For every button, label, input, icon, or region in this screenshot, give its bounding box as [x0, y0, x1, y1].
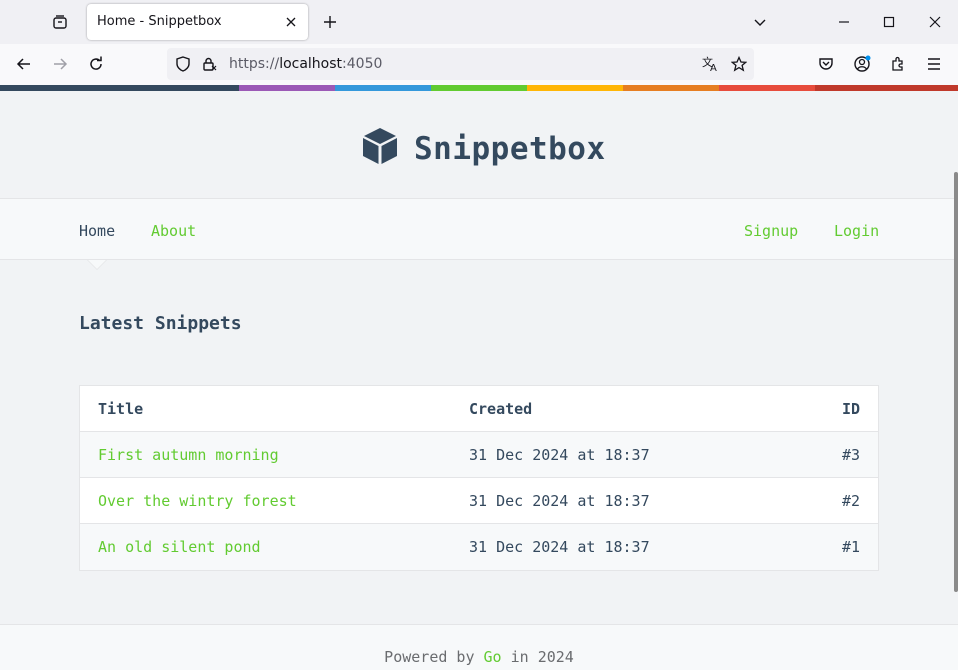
snippet-created: 31 Dec 2024 at 18:37 [469, 492, 650, 510]
url-host: localhost [279, 56, 343, 72]
pocket-icon[interactable] [812, 50, 840, 78]
snippet-created: 31 Dec 2024 at 18:37 [469, 446, 650, 464]
svg-text:A: A [710, 63, 717, 72]
shield-icon[interactable] [173, 54, 193, 74]
browser-tab-bar: Home - Snippetbox [0, 0, 958, 44]
footer-prefix: Powered by [384, 648, 484, 666]
snippet-link[interactable]: Over the wintry forest [98, 492, 297, 510]
menu-hamburger-icon[interactable] [920, 50, 948, 78]
nav-signup-link[interactable]: Signup [744, 222, 798, 240]
back-arrow-icon[interactable] [10, 50, 38, 78]
nav-active-caret [88, 260, 106, 269]
site-footer: Powered by Go in 2024 [0, 624, 958, 670]
address-bar[interactable]: https://localhost:4050 文A [167, 48, 754, 80]
snippet-title-cell: First autumn morning [98, 446, 279, 464]
cube-icon [362, 127, 398, 170]
snippet-title-cell: An old silent pond [98, 538, 261, 556]
close-icon[interactable] [282, 13, 300, 31]
nav-login-link[interactable]: Login [834, 222, 879, 240]
tab-list-icon[interactable] [46, 8, 74, 36]
snippet-id: #1 [841, 538, 860, 556]
minimize-icon[interactable] [830, 8, 858, 36]
tab-title: Home - Snippetbox [97, 14, 222, 29]
snippet-link[interactable]: First autumn morning [98, 446, 279, 464]
snippet-link[interactable]: An old silent pond [98, 538, 261, 556]
window-close-icon[interactable] [921, 8, 949, 36]
site-logo[interactable]: Snippetbox [362, 127, 606, 170]
table-header-row: Title Created ID [80, 386, 878, 432]
page-content: Snippetbox Home About Signup Login Lates… [0, 85, 958, 670]
table-row: An old silent pond 31 Dec 2024 at 18:37 … [80, 524, 878, 570]
table-row: Over the wintry forest 31 Dec 2024 at 18… [80, 478, 878, 524]
maximize-icon[interactable] [875, 8, 903, 36]
page-heading: Latest Snippets [79, 313, 242, 334]
main-nav: Home About Signup Login [0, 199, 958, 260]
column-header-id: ID [841, 400, 860, 418]
bookmark-star-icon[interactable] [729, 54, 749, 74]
translate-icon[interactable]: 文A [701, 54, 721, 74]
url-scheme: https:// [229, 56, 280, 72]
snippet-id: #2 [841, 492, 860, 510]
active-tab[interactable]: Home - Snippetbox [87, 4, 308, 40]
site-header: Snippetbox [0, 91, 958, 199]
browser-toolbar: https://localhost:4050 文A [0, 44, 958, 85]
url-port: :4050 [342, 56, 383, 72]
nav-about-link[interactable]: About [151, 222, 196, 240]
snippet-created: 31 Dec 2024 at 18:37 [469, 538, 650, 556]
table-row: First autumn morning 31 Dec 2024 at 18:3… [80, 432, 878, 478]
snippet-title-cell: Over the wintry forest [98, 492, 297, 510]
column-header-title: Title [98, 400, 144, 418]
forward-arrow-icon[interactable] [46, 50, 74, 78]
footer-text: Powered by Go in 2024 [0, 648, 958, 666]
url-text[interactable]: https://localhost:4050 [229, 56, 382, 72]
snippet-id: #3 [841, 446, 860, 464]
account-icon[interactable] [848, 50, 876, 78]
lock-icon[interactable] [199, 54, 219, 74]
chevron-down-icon[interactable] [746, 8, 774, 36]
site-title: Snippetbox [414, 130, 606, 167]
reload-icon[interactable] [82, 50, 110, 78]
page-scrollbar[interactable] [954, 172, 958, 592]
footer-suffix: in 2024 [501, 648, 574, 666]
new-tab-plus-icon[interactable] [318, 10, 342, 34]
nav-home-link[interactable]: Home [79, 222, 115, 240]
extensions-puzzle-icon[interactable] [884, 50, 912, 78]
column-header-created: Created [469, 400, 533, 418]
go-link[interactable]: Go [484, 648, 502, 666]
snippets-table: Title Created ID First autumn morning 31… [79, 385, 879, 571]
